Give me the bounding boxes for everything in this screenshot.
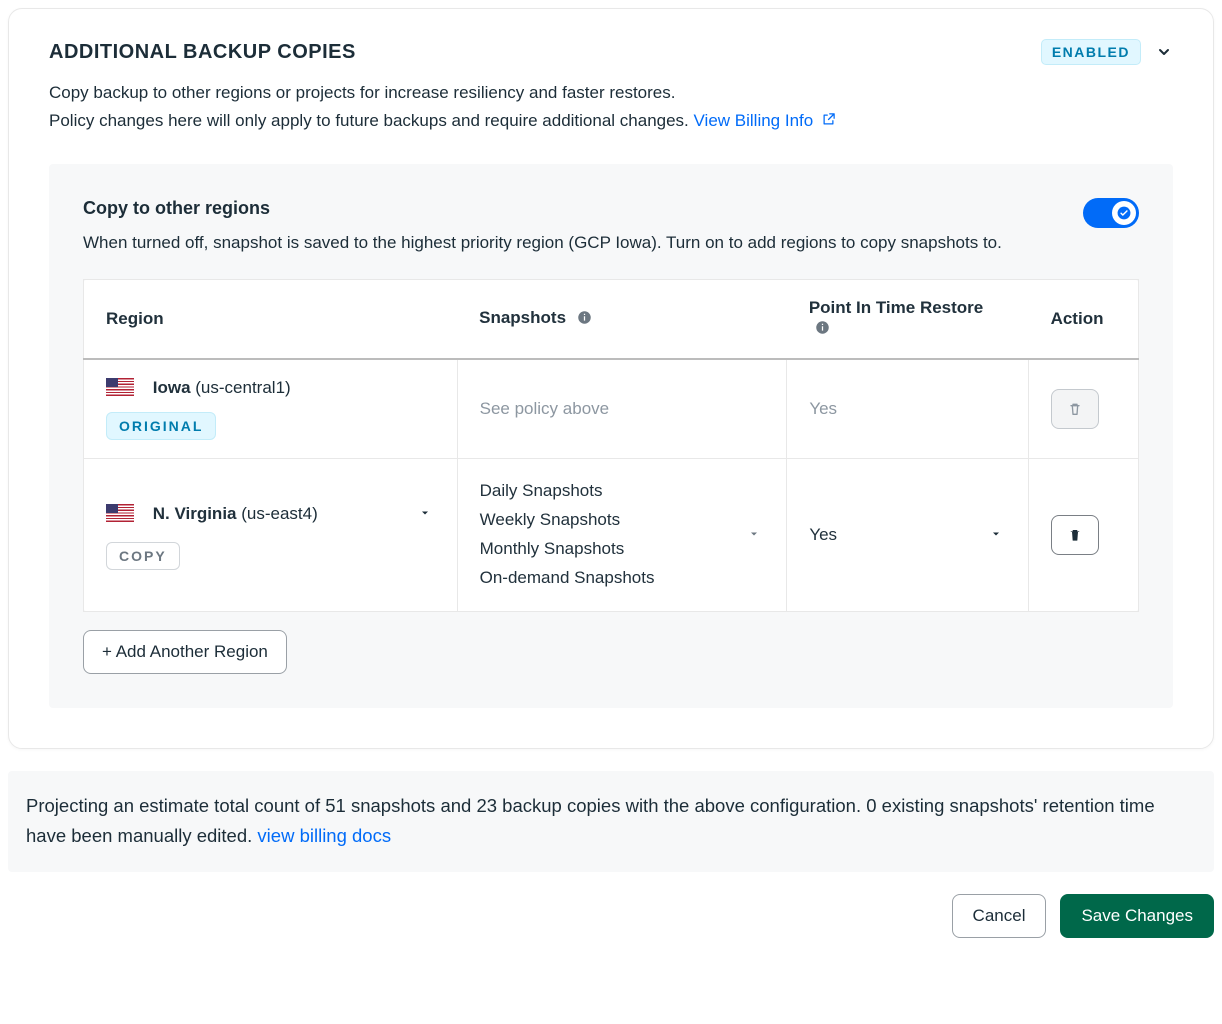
billing-link-text: View Billing Info <box>694 111 814 130</box>
add-region-button[interactable]: + Add Another Region <box>83 630 287 674</box>
us-flag-icon <box>106 504 134 522</box>
snapshot-item: Monthly Snapshots <box>480 535 655 564</box>
regions-table: Region Snapshots Point In Time Restore A <box>83 279 1139 612</box>
regions-panel-text: Copy to other regions When turned off, s… <box>83 198 1002 257</box>
us-flag-icon <box>106 378 134 396</box>
region-name: N. Virginia <box>153 504 237 523</box>
pitr-cell: Yes <box>787 459 1029 612</box>
card-desc-line2: Policy changes here will only apply to f… <box>49 107 1173 136</box>
estimate-bar: Projecting an estimate total count of 51… <box>8 771 1214 872</box>
regions-panel-desc: When turned off, snapshot is saved to th… <box>83 229 1002 257</box>
copy-regions-toggle[interactable] <box>1083 198 1139 228</box>
snapshots-cell: See policy above <box>457 359 787 459</box>
toggle-knob <box>1112 201 1136 225</box>
view-billing-docs-link[interactable]: view billing docs <box>257 825 391 846</box>
col-pitr-label: Point In Time Restore <box>809 298 983 317</box>
card-title: ADDITIONAL BACKUP COPIES <box>49 41 356 64</box>
regions-panel-header: Copy to other regions When turned off, s… <box>83 198 1139 257</box>
table-row: Iowa (us-central1) ORIGINAL See policy a… <box>84 359 1139 459</box>
snapshot-item: Weekly Snapshots <box>480 506 655 535</box>
check-icon <box>1117 206 1131 220</box>
snapshots-cell: Daily Snapshots Weekly Snapshots Monthly… <box>457 459 787 612</box>
caret-down-icon <box>748 528 760 540</box>
regions-panel: Copy to other regions When turned off, s… <box>49 164 1173 708</box>
info-icon[interactable] <box>815 320 830 339</box>
region-cell: N. Virginia (us-east4) COPY <box>84 459 458 612</box>
estimate-text: Projecting an estimate total count of 51… <box>26 795 1155 847</box>
col-region: Region <box>84 280 458 360</box>
region-line: Iowa (us-central1) <box>106 378 435 398</box>
region-code: (us-central1) <box>195 378 290 397</box>
enabled-badge: ENABLED <box>1041 39 1141 65</box>
regions-panel-title: Copy to other regions <box>83 198 1002 219</box>
pitr-cell: Yes <box>787 359 1029 459</box>
region-cell: Iowa (us-central1) ORIGINAL <box>84 359 458 459</box>
pitr-dropdown-caret <box>986 521 1006 549</box>
region-code: (us-east4) <box>241 504 318 523</box>
snapshots-select[interactable]: Daily Snapshots Weekly Snapshots Monthly… <box>480 477 765 593</box>
chevron-down-icon <box>1156 44 1172 60</box>
card-desc-line2-text: Policy changes here will only apply to f… <box>49 111 694 130</box>
col-pitr: Point In Time Restore <box>787 280 1029 360</box>
backup-copies-card: ADDITIONAL BACKUP COPIES ENABLED Copy ba… <box>8 8 1214 749</box>
col-snapshots-label: Snapshots <box>479 308 566 327</box>
col-snapshots: Snapshots <box>457 280 787 360</box>
copy-badge: COPY <box>106 542 180 570</box>
info-icon[interactable] <box>577 310 592 329</box>
region-line: N. Virginia (us-east4) <box>106 504 318 524</box>
header-right: ENABLED <box>1041 39 1173 65</box>
col-action: Action <box>1029 280 1139 360</box>
snapshot-item: Daily Snapshots <box>480 477 655 506</box>
caret-down-icon <box>990 528 1002 540</box>
original-badge: ORIGINAL <box>106 412 216 440</box>
cancel-button[interactable]: Cancel <box>952 894 1047 938</box>
action-cell <box>1029 459 1139 612</box>
region-name: Iowa <box>153 378 191 397</box>
action-cell <box>1029 359 1139 459</box>
region-select-row: N. Virginia (us-east4) <box>106 500 435 528</box>
region-dropdown[interactable] <box>415 500 435 528</box>
delete-region-button[interactable] <box>1051 515 1099 555</box>
snapshot-item: On-demand Snapshots <box>480 564 655 593</box>
caret-down-icon <box>419 507 431 519</box>
delete-region-button-disabled <box>1051 389 1099 429</box>
card-desc-line1: Copy backup to other regions or projects… <box>49 79 1173 107</box>
external-link-icon <box>821 108 836 136</box>
pitr-select[interactable]: Yes <box>809 521 1006 549</box>
card-header: ADDITIONAL BACKUP COPIES ENABLED <box>49 39 1173 65</box>
footer-actions: Cancel Save Changes <box>8 894 1214 942</box>
trash-icon <box>1067 527 1083 543</box>
table-row: N. Virginia (us-east4) COPY Dai <box>84 459 1139 612</box>
collapse-toggle[interactable] <box>1155 43 1173 61</box>
snapshots-dropdown-caret <box>744 521 764 549</box>
view-billing-info-link[interactable]: View Billing Info <box>694 111 836 130</box>
snapshot-list: Daily Snapshots Weekly Snapshots Monthly… <box>480 477 655 593</box>
save-changes-button[interactable]: Save Changes <box>1060 894 1214 938</box>
pitr-value: Yes <box>809 525 837 545</box>
trash-icon <box>1067 401 1083 417</box>
